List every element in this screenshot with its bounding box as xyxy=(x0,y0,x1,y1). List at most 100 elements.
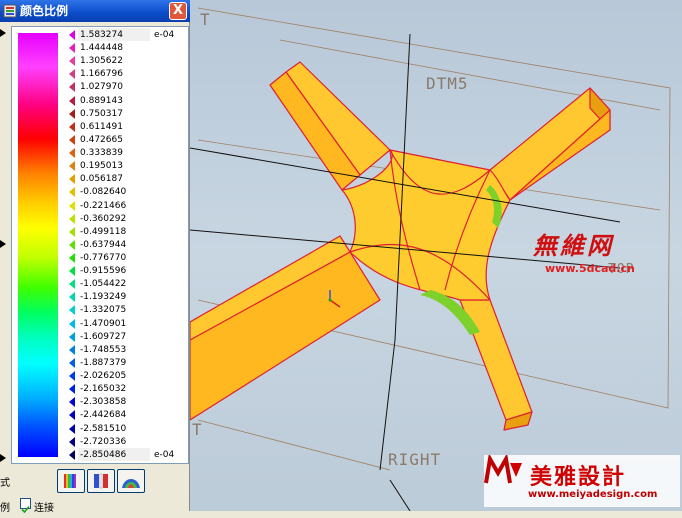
color-scale-panel: 1.583274 1.444448 1.305622 1.166796 1.027970… xyxy=(11,26,189,464)
spectrum-icon xyxy=(64,474,76,488)
scale-row[interactable]: -1.332075 xyxy=(66,303,188,317)
scale-row[interactable]: 1.166796 xyxy=(66,67,188,81)
watermark-site1-url: www.5dcad.cn xyxy=(545,262,635,275)
scale-row[interactable]: 0.056187 xyxy=(66,172,188,186)
watermark-site2-name: 美雅設計 xyxy=(530,465,627,490)
scale-arrow-icon[interactable] xyxy=(69,121,75,132)
scale-arrow-icon[interactable] xyxy=(69,397,75,408)
scale-value: 0.611491 xyxy=(80,121,123,132)
scale-row[interactable]: -1.887379 xyxy=(66,356,188,370)
scale-value: -1.887379 xyxy=(80,357,127,368)
scale-arrow-icon[interactable] xyxy=(69,148,75,159)
scale-arrow-icon[interactable] xyxy=(69,187,75,198)
check-icon xyxy=(21,505,30,514)
scale-value: -0.776770 xyxy=(80,252,127,263)
scale-row[interactable]: 1.027970 xyxy=(66,80,188,94)
scale-arrow-icon[interactable] xyxy=(69,43,75,54)
scale-arrow-icon[interactable] xyxy=(69,331,75,342)
scale-arrow-icon[interactable] xyxy=(69,56,75,67)
scale-row[interactable]: 0.333839 xyxy=(66,146,188,160)
scale-row[interactable]: -1.609727 xyxy=(66,330,188,344)
scale-arrow-icon[interactable] xyxy=(69,69,75,80)
scale-arrow-icon[interactable] xyxy=(69,108,75,119)
scale-arrow-icon[interactable] xyxy=(69,239,75,250)
scale-row[interactable]: -0.776770 xyxy=(66,251,188,265)
scale-row[interactable]: 1.305622 xyxy=(66,54,188,68)
scale-arrow-icon[interactable] xyxy=(69,134,75,145)
scale-value: -1.054422 xyxy=(80,279,127,290)
scale-value: -2.303858 xyxy=(80,397,127,408)
scale-arrow-icon[interactable] xyxy=(69,279,75,290)
scale-value: 1.166796 xyxy=(80,69,123,80)
scale-arrow-icon[interactable] xyxy=(69,423,75,434)
ratio-label: 例 xyxy=(0,503,10,514)
scale-row[interactable]: -0.915596 xyxy=(66,264,188,278)
scale-row[interactable]: -0.499118 xyxy=(66,225,188,239)
scale-row[interactable]: -2.720336 xyxy=(66,435,188,449)
scale-arrow-icon[interactable] xyxy=(69,318,75,329)
scale-arrow-icon[interactable] xyxy=(69,266,75,277)
scale-row[interactable]: -2.442684 xyxy=(66,408,188,422)
scale-value: -2.581510 xyxy=(80,423,127,434)
scale-row[interactable]: -0.082640 xyxy=(66,185,188,199)
scale-row[interactable]: 0.611491 xyxy=(66,120,188,134)
scale-arrow-icon[interactable] xyxy=(69,292,75,303)
surface-mode-button[interactable] xyxy=(117,469,145,493)
scale-arrow-icon[interactable] xyxy=(69,226,75,237)
scale-arrow-icon[interactable] xyxy=(69,305,75,316)
model-viewport[interactable]: DTM5 RIGHT T T TOP 無維网 www.5dcad.cn 美雅設計… xyxy=(190,0,682,511)
scale-arrow-icon[interactable] xyxy=(69,384,75,395)
scale-value: -1.193249 xyxy=(80,292,127,303)
close-button[interactable]: X xyxy=(169,2,187,20)
scale-arrow-icon[interactable] xyxy=(69,161,75,172)
scale-row[interactable]: -2.581510 xyxy=(66,422,188,436)
scale-row[interactable]: 0.889143 xyxy=(66,94,188,108)
scale-arrow-icon[interactable] xyxy=(69,30,75,40)
scale-row[interactable]: -2.303858 xyxy=(66,395,188,409)
scale-value: 0.889143 xyxy=(80,95,123,106)
scale-row[interactable]: -0.221466 xyxy=(66,199,188,213)
scale-value: -0.360292 xyxy=(80,213,127,224)
scale-value: 1.583274 xyxy=(80,30,123,40)
bicolor-mode-button[interactable] xyxy=(87,469,115,493)
title-bar[interactable]: 颜色比例 X xyxy=(0,0,190,22)
scale-value: 0.750317 xyxy=(80,108,123,119)
scale-row[interactable]: -1.748553 xyxy=(66,343,188,357)
scale-row[interactable]: -2.165032 xyxy=(66,382,188,396)
scale-arrow-icon[interactable] xyxy=(69,200,75,211)
marker-arrow-icon xyxy=(0,454,6,462)
scale-arrow-icon[interactable] xyxy=(69,95,75,106)
scale-arrow-icon[interactable] xyxy=(69,82,75,93)
scale-arrow-icon[interactable] xyxy=(69,213,75,224)
scale-arrow-icon[interactable] xyxy=(69,371,75,382)
scale-arrow-icon[interactable] xyxy=(69,357,75,368)
scale-row[interactable]: 0.195013 xyxy=(66,159,188,173)
scale-row[interactable]: -0.360292 xyxy=(66,212,188,226)
scale-value: -2.850486 xyxy=(80,449,127,460)
scale-arrow-icon[interactable] xyxy=(69,410,75,421)
scale-row[interactable]: 0.472665 xyxy=(66,133,188,147)
scale-arrow-icon[interactable] xyxy=(69,174,75,185)
scale-value: -1.748553 xyxy=(80,344,127,355)
scale-row[interactable]: 0.750317 xyxy=(66,107,188,121)
scale-row[interactable]: -2.026205 xyxy=(66,369,188,383)
scale-arrow-icon[interactable] xyxy=(69,252,75,263)
scale-value: 1.027970 xyxy=(80,82,123,93)
exponent-bottom: e-04 xyxy=(154,450,175,460)
scale-arrow-icon[interactable] xyxy=(69,344,75,355)
scale-row[interactable]: -1.054422 xyxy=(66,277,188,291)
scale-row[interactable]: -1.470901 xyxy=(66,317,188,331)
app-icon xyxy=(3,4,17,18)
scale-row[interactable]: 1.444448 xyxy=(66,41,188,55)
scale-value: 0.333839 xyxy=(80,148,123,159)
scale-arrow-icon[interactable] xyxy=(69,436,75,447)
watermark-site2: 美雅設計 www.meiyadesign.com xyxy=(484,455,680,507)
spectrum-mode-button[interactable] xyxy=(57,469,85,493)
color-gradient-bar xyxy=(18,33,58,457)
scale-value: -0.915596 xyxy=(80,266,127,277)
datum-label-top-fragment: T xyxy=(200,10,211,29)
scale-row[interactable]: -1.193249 xyxy=(66,290,188,304)
link-checkbox[interactable] xyxy=(20,498,31,514)
scale-arrow-icon[interactable] xyxy=(69,449,75,460)
scale-row[interactable]: -0.637944 xyxy=(66,238,188,252)
